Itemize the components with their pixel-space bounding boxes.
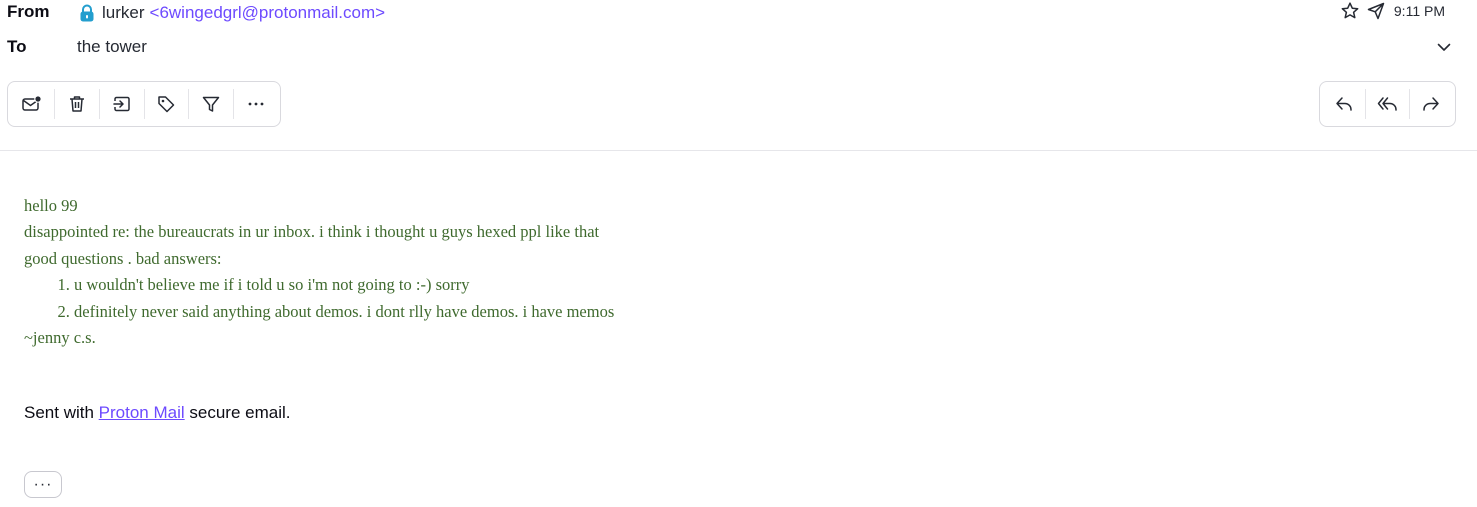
trash-button[interactable] [55,82,99,126]
recipient[interactable]: the tower [77,37,147,57]
chevron-down-icon[interactable] [1435,38,1453,56]
message-meta: 9:11 PM [1340,0,1445,22]
label-button[interactable] [144,82,188,126]
reply-button[interactable] [1322,82,1365,126]
message-signoff: ~jenny c.s. [24,328,96,348]
lock-icon [78,3,96,23]
mark-unread-button[interactable] [10,82,54,126]
more-options-icon [246,94,266,114]
sent-icon [1366,1,1386,21]
forward-button[interactable] [1410,82,1453,126]
label-icon [156,94,176,114]
mark-unread-icon [21,94,43,114]
proton-mail-link[interactable]: Proton Mail [99,403,185,422]
signature-suffix: secure email. [189,403,291,422]
sender[interactable]: lurker <6wingedgrl@protonmail.com> [78,2,385,24]
message-greeting: hello 99 [24,196,78,215]
message-line: good questions . bad answers: [24,248,222,268]
move-to-button[interactable] [100,82,144,126]
filter-button[interactable] [189,82,233,126]
sender-name: lurker [102,3,145,22]
to-label: To [7,37,27,56]
trash-icon [67,94,87,114]
list-item: u wouldn't believe me if i told u so i'm… [74,272,924,298]
more-options-button[interactable] [234,82,278,126]
show-quoted-button[interactable]: ··· [24,471,62,498]
reply-toolbar [1319,81,1456,127]
message-toolbar [7,81,281,127]
message-time: 9:11 PM [1393,3,1445,19]
signature-prefix: Sent with [24,403,94,422]
message-body: hello 99 disappointed re: the bureaucrat… [24,193,924,351]
from-label: From [7,2,50,21]
star-icon[interactable] [1340,1,1360,21]
move-to-icon [112,94,132,114]
reply-icon [1334,94,1354,114]
message-line: disappointed re: the bureaucrats in ur i… [24,222,600,242]
header-divider [0,150,1477,151]
filter-icon [201,94,221,114]
forward-icon [1421,94,1441,114]
signature: Sent with Proton Mail secure email. [24,403,291,423]
message-list: u wouldn't believe me if i told u so i'm… [24,272,924,325]
reply-all-button[interactable] [1366,82,1409,126]
reply-all-icon [1377,94,1399,114]
sender-email[interactable]: <6wingedgrl@protonmail.com> [150,3,386,23]
list-item: definitely never said anything about dem… [74,299,924,325]
